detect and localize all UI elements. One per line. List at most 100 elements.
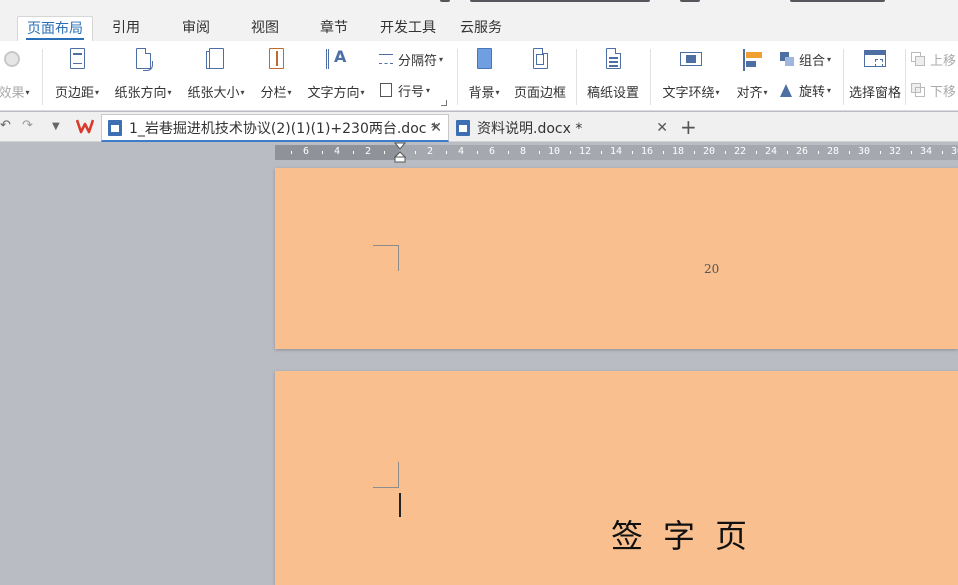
tab-cloud-services[interactable]: 云服务 bbox=[451, 16, 511, 42]
title-bar bbox=[0, 0, 958, 12]
group-button[interactable]: 组合 ▾ bbox=[779, 49, 831, 69]
signature-page-title: 签字页 bbox=[611, 517, 768, 555]
ruler-tick-label: 22 bbox=[734, 146, 747, 157]
send-backward-button[interactable]: 下移 bbox=[910, 80, 956, 100]
ruler-minor-tick bbox=[941, 151, 943, 154]
wrap-text-label: 文字环绕 bbox=[662, 86, 715, 101]
ruler-tick-label: 12 bbox=[579, 146, 592, 157]
ruler-minor-tick bbox=[414, 151, 416, 154]
bring-forward-button[interactable]: 上移 bbox=[910, 49, 956, 69]
columns-button[interactable]: 分栏▾ bbox=[256, 47, 296, 107]
ribbon-divider bbox=[905, 49, 906, 105]
tab-developer[interactable]: 开发工具 bbox=[371, 16, 445, 42]
doc-tab-title: 1_岩巷掘进机技术协议(2)(1)(1)+230两台.doc * bbox=[129, 120, 438, 137]
text-direction-button[interactable]: A 文字方向▾ bbox=[303, 47, 369, 107]
margin-corner-mark bbox=[373, 462, 399, 488]
title-fragment bbox=[680, 0, 700, 2]
doc-tab-active[interactable]: 1_岩巷掘进机技术协议(2)(1)(1)+230两台.doc * ✕ bbox=[101, 114, 449, 142]
rotate-icon bbox=[779, 82, 795, 98]
selection-pane-label: 选择窗格 bbox=[848, 86, 901, 101]
selection-pane-button[interactable]: 选择窗格 bbox=[847, 47, 903, 107]
tab-page-layout[interactable]: 页面布局 bbox=[17, 16, 93, 42]
wrap-text-button[interactable]: 文字环绕▾ bbox=[658, 47, 724, 107]
manuscript-label: 稿纸设置 bbox=[586, 86, 639, 101]
quick-access-dropdown-icon[interactable]: ▼ bbox=[52, 121, 60, 132]
ruler-minor-tick bbox=[569, 151, 571, 154]
manuscript-settings-button[interactable]: 稿纸设置 bbox=[585, 47, 641, 107]
page-number: 20 bbox=[704, 262, 720, 276]
ruler-tick-label: 18 bbox=[672, 146, 685, 157]
ruler-tick-label: 14 bbox=[610, 146, 623, 157]
redo-icon[interactable]: ↷ bbox=[22, 118, 33, 133]
tab-view[interactable]: 视图 bbox=[242, 16, 288, 42]
ruler-tick-label: 6 bbox=[303, 146, 310, 157]
background-button[interactable]: 背景▾ bbox=[464, 47, 504, 107]
columns-label: 分栏 bbox=[260, 86, 287, 101]
line-number-button[interactable]: 行号 ▾ bbox=[378, 80, 430, 100]
title-fragment bbox=[790, 0, 885, 2]
horizontal-ruler[interactable]: 64224681012141618202224262830323436 bbox=[275, 145, 958, 160]
doc-file-icon bbox=[456, 120, 470, 136]
ribbon-tab-bar: 页面布局 引用 审阅 视图 章节 开发工具 云服务 bbox=[0, 12, 958, 42]
ribbon-toolbar: 效果▾ 页边距▾ 纸张方向▾ 纸张大小▾ 分栏▾ A 文字方向▾ 分隔符 ▾ 行… bbox=[0, 41, 958, 111]
ruler-minor-tick bbox=[600, 151, 602, 154]
ruler-minor-tick bbox=[724, 151, 726, 154]
margins-icon bbox=[65, 47, 89, 73]
rotate-label: 旋转 bbox=[799, 84, 826, 100]
document-page[interactable]: 20 bbox=[275, 168, 958, 349]
bring-forward-label: 上移 bbox=[930, 53, 957, 69]
send-backward-label: 下移 bbox=[930, 84, 957, 100]
wps-logo-icon[interactable] bbox=[75, 118, 95, 134]
text-direction-icon: A bbox=[324, 47, 348, 73]
ruler-minor-tick bbox=[352, 151, 354, 154]
tab-sections[interactable]: 章节 bbox=[311, 16, 357, 42]
ruler-minor-tick bbox=[445, 151, 447, 154]
effects-button[interactable]: 效果▾ bbox=[0, 47, 32, 107]
align-button[interactable]: 对齐▾ bbox=[732, 47, 772, 107]
tab-review[interactable]: 审阅 bbox=[173, 16, 219, 42]
close-tab-icon[interactable]: ✕ bbox=[430, 120, 442, 136]
ruler-minor-tick bbox=[538, 151, 540, 154]
doc-tab[interactable]: 资料说明.docx * ✕ bbox=[450, 114, 674, 142]
group-label: 组合 bbox=[799, 53, 826, 69]
ribbon-divider bbox=[576, 49, 577, 105]
manuscript-icon bbox=[601, 47, 625, 73]
orientation-button[interactable]: 纸张方向▾ bbox=[110, 47, 176, 107]
indent-marker-icon[interactable] bbox=[393, 142, 407, 163]
document-page[interactable]: 签字页 bbox=[275, 371, 958, 585]
ruler-minor-tick bbox=[848, 151, 850, 154]
undo-icon[interactable]: ↶ bbox=[0, 118, 11, 133]
ruler-tick-label: 24 bbox=[765, 146, 778, 157]
ruler-tick-label: 30 bbox=[858, 146, 871, 157]
ruler-minor-tick bbox=[817, 151, 819, 154]
ruler-tick-label: 34 bbox=[920, 146, 933, 157]
ruler-minor-tick bbox=[631, 151, 633, 154]
separator-label: 分隔符 bbox=[398, 53, 438, 69]
tab-references[interactable]: 引用 bbox=[103, 16, 149, 42]
close-tab-icon[interactable]: ✕ bbox=[656, 120, 668, 136]
ruler-tick-label: 20 bbox=[703, 146, 716, 157]
effects-label: 效果 bbox=[0, 86, 25, 101]
margin-corner-mark bbox=[373, 245, 399, 271]
group-expand-icon[interactable] bbox=[441, 100, 447, 106]
ruler-tick-label: 10 bbox=[548, 146, 561, 157]
ruler-minor-tick bbox=[321, 151, 323, 154]
workspace-gutter bbox=[0, 142, 275, 162]
separator-button[interactable]: 分隔符 ▾ bbox=[378, 49, 443, 69]
rotate-button[interactable]: 旋转 ▾ bbox=[779, 80, 831, 100]
new-tab-icon[interactable]: + bbox=[680, 115, 697, 139]
document-tab-bar: ↶ ↷ ▼ 1_岩巷掘进机技术协议(2)(1)(1)+230两台.doc * ✕… bbox=[0, 112, 958, 142]
page-border-button[interactable]: 页面边框 bbox=[512, 47, 568, 107]
doc-file-icon bbox=[108, 119, 122, 136]
paper-size-button[interactable]: 纸张大小▾ bbox=[183, 47, 249, 107]
margins-button[interactable]: 页边距▾ bbox=[50, 47, 104, 107]
doc-tab-title: 资料说明.docx * bbox=[477, 121, 583, 137]
paper-size-label: 纸张大小 bbox=[187, 86, 240, 101]
background-label: 背景 bbox=[468, 86, 495, 101]
ruler-tick-label: 32 bbox=[889, 146, 902, 157]
ruler-tick-label: 4 bbox=[334, 146, 341, 157]
ruler-minor-tick bbox=[910, 151, 912, 154]
align-icon bbox=[740, 47, 764, 73]
ruler-tick-label: 26 bbox=[796, 146, 809, 157]
line-number-icon bbox=[378, 82, 394, 98]
